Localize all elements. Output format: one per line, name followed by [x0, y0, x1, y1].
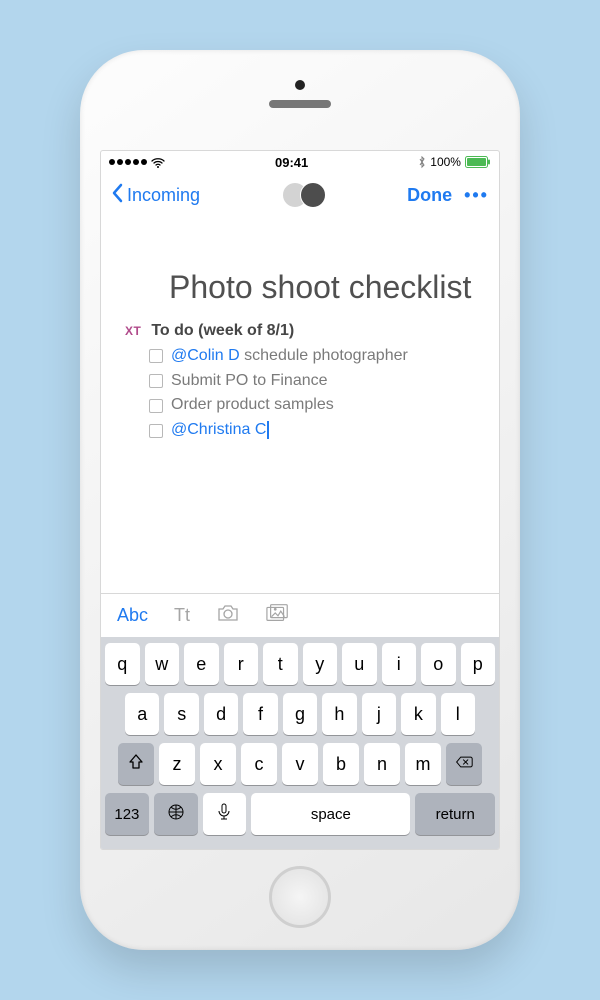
task-row[interactable]: Submit PO to Finance: [149, 369, 475, 394]
backspace-icon: [455, 753, 473, 776]
checkbox[interactable]: [149, 349, 163, 363]
key-n[interactable]: n: [364, 743, 400, 785]
phone-frame: 09:41 100% Incoming: [80, 50, 520, 950]
key-u[interactable]: u: [342, 643, 377, 685]
screen: 09:41 100% Incoming: [100, 150, 500, 850]
numbers-key[interactable]: 123: [105, 793, 149, 835]
key-q[interactable]: q: [105, 643, 140, 685]
battery-percent: 100%: [430, 155, 461, 169]
mic-key[interactable]: [203, 793, 247, 835]
mention[interactable]: @Christina C: [171, 421, 266, 438]
shift-icon: [127, 753, 145, 776]
globe-icon: [167, 803, 185, 825]
globe-key[interactable]: [154, 793, 198, 835]
back-label: Incoming: [127, 185, 200, 206]
back-button[interactable]: Incoming: [111, 183, 200, 208]
phone-sensor: [295, 80, 305, 90]
key-p[interactable]: p: [461, 643, 496, 685]
shift-key[interactable]: [118, 743, 154, 785]
checkbox[interactable]: [149, 399, 163, 413]
key-y[interactable]: y: [303, 643, 338, 685]
key-v[interactable]: v: [282, 743, 318, 785]
text-mode-button[interactable]: Abc: [117, 605, 148, 626]
phone-speaker: [269, 100, 331, 108]
bluetooth-icon: [418, 156, 426, 169]
task-row[interactable]: Order product samples: [149, 393, 475, 418]
checkbox[interactable]: [149, 374, 163, 388]
home-button[interactable]: [269, 866, 331, 928]
heading-marker: XT: [125, 324, 141, 338]
key-w[interactable]: w: [145, 643, 180, 685]
key-a[interactable]: a: [125, 693, 159, 735]
task-text[interactable]: Order product samples: [171, 393, 334, 418]
keyboard: q w e r t y u i o p a s d f g h j k l: [101, 637, 499, 849]
key-j[interactable]: j: [362, 693, 396, 735]
more-button[interactable]: •••: [464, 185, 489, 206]
mic-icon: [217, 803, 231, 825]
return-key[interactable]: return: [415, 793, 495, 835]
chevron-left-icon: [111, 183, 125, 208]
status-time: 09:41: [275, 155, 308, 170]
key-i[interactable]: i: [382, 643, 417, 685]
note-title[interactable]: Photo shoot checklist: [169, 269, 475, 306]
key-d[interactable]: d: [204, 693, 238, 735]
space-key[interactable]: space: [251, 793, 410, 835]
key-t[interactable]: t: [263, 643, 298, 685]
task-text[interactable]: Submit PO to Finance: [171, 369, 328, 394]
camera-icon[interactable]: [216, 603, 240, 628]
signal-dots-icon: [109, 159, 147, 165]
task-text[interactable]: schedule photographer: [240, 347, 408, 364]
key-k[interactable]: k: [401, 693, 435, 735]
key-h[interactable]: h: [322, 693, 356, 735]
backspace-key[interactable]: [446, 743, 482, 785]
key-f[interactable]: f: [243, 693, 277, 735]
section-heading[interactable]: To do (week of 8/1): [151, 322, 294, 340]
note-content[interactable]: Photo shoot checklist XT To do (week of …: [101, 217, 499, 593]
wifi-icon: [151, 157, 165, 168]
task-row[interactable]: @Christina C: [149, 418, 475, 443]
mention[interactable]: @Colin D: [171, 347, 240, 364]
checkbox[interactable]: [149, 424, 163, 438]
status-bar: 09:41 100%: [101, 151, 499, 173]
key-o[interactable]: o: [421, 643, 456, 685]
key-g[interactable]: g: [283, 693, 317, 735]
collaborator-avatars[interactable]: [282, 182, 326, 208]
done-button[interactable]: Done: [407, 185, 452, 206]
key-c[interactable]: c: [241, 743, 277, 785]
key-m[interactable]: m: [405, 743, 441, 785]
key-s[interactable]: s: [164, 693, 198, 735]
title-mode-button[interactable]: Tt: [174, 605, 190, 626]
key-z[interactable]: z: [159, 743, 195, 785]
gallery-icon[interactable]: [266, 603, 290, 628]
key-l[interactable]: l: [441, 693, 475, 735]
key-r[interactable]: r: [224, 643, 259, 685]
nav-bar: Incoming Done •••: [101, 173, 499, 217]
key-x[interactable]: x: [200, 743, 236, 785]
avatar: [300, 182, 326, 208]
text-cursor: [267, 421, 269, 439]
format-toolbar: Abc Tt: [101, 593, 499, 637]
key-b[interactable]: b: [323, 743, 359, 785]
key-e[interactable]: e: [184, 643, 219, 685]
battery-icon: [465, 156, 491, 168]
task-row[interactable]: @Colin D schedule photographer: [149, 344, 475, 369]
